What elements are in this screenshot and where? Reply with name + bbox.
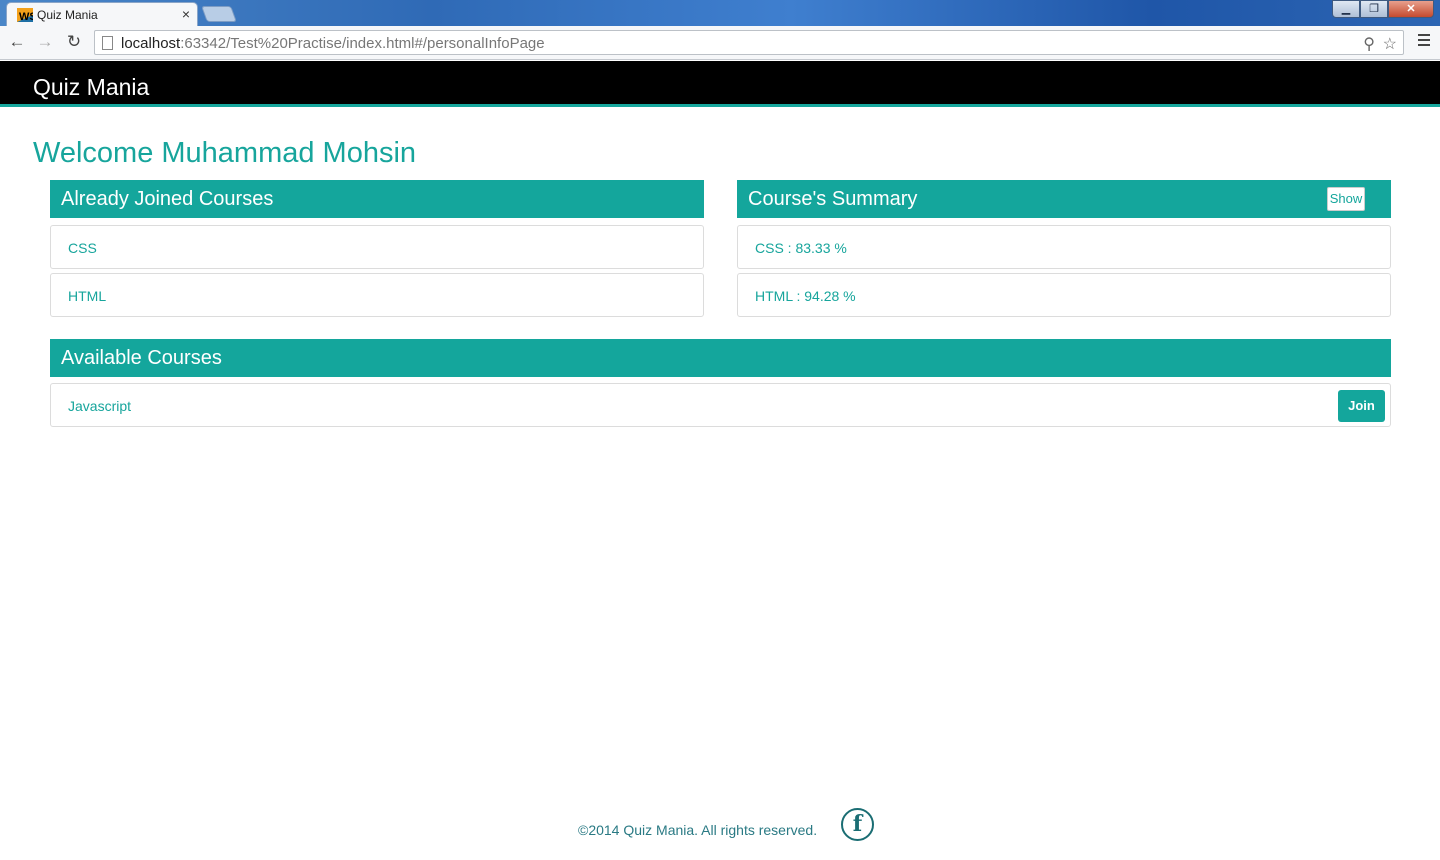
- svg-text:WS: WS: [19, 11, 33, 22]
- browser-toolbar: ← → ↻ localhost:63342/Test%20Practise/in…: [0, 26, 1440, 60]
- facebook-icon[interactable]: f: [841, 808, 874, 841]
- joined-course-item[interactable]: HTML: [50, 273, 704, 317]
- summary-score: HTML : 94.28 %: [755, 288, 856, 304]
- address-bar[interactable]: localhost:63342/Test%20Practise/index.ht…: [94, 30, 1404, 55]
- summary-item: HTML : 94.28 %: [737, 273, 1391, 317]
- summary-score: CSS : 83.33 %: [755, 240, 847, 256]
- course-name: Javascript: [68, 398, 132, 414]
- available-courses-title: Available Courses: [61, 347, 222, 369]
- url-text[interactable]: localhost:63342/Test%20Practise/index.ht…: [121, 35, 545, 52]
- page-icon: [102, 36, 113, 50]
- brand-link[interactable]: Quiz Mania: [33, 74, 149, 101]
- joined-courses-title: Already Joined Courses: [61, 188, 274, 210]
- browser-tab-active[interactable]: WS Quiz Mania ×: [6, 2, 198, 28]
- chrome-menu-icon[interactable]: [1418, 34, 1430, 49]
- back-arrow-icon[interactable]: ←: [6, 31, 28, 53]
- course-summary-header: Course's Summary Show: [737, 180, 1391, 218]
- window-titlebar: WS Quiz Mania × ▁ ❐ ✕: [0, 0, 1440, 28]
- reload-icon[interactable]: ↻: [63, 31, 85, 53]
- available-course-item: Javascript Join: [50, 383, 1391, 427]
- welcome-heading: Welcome Muhammad Mohsin: [33, 137, 417, 169]
- available-courses-header: Available Courses: [50, 339, 1391, 377]
- tab-close-icon[interactable]: ×: [182, 6, 190, 22]
- course-name[interactable]: HTML: [68, 288, 106, 304]
- webstorm-favicon-icon: WS: [17, 8, 33, 22]
- new-tab-button[interactable]: [201, 6, 237, 22]
- bookmark-star-icon[interactable]: ☆: [1383, 34, 1397, 54]
- summary-item: CSS : 83.33 %: [737, 225, 1391, 269]
- site-navbar: Quiz Mania: [0, 61, 1440, 107]
- show-summary-button[interactable]: Show: [1327, 187, 1365, 211]
- joined-course-item[interactable]: CSS: [50, 225, 704, 269]
- minimize-button[interactable]: ▁: [1332, 0, 1360, 18]
- forward-arrow-icon[interactable]: →: [34, 31, 56, 53]
- close-window-button[interactable]: ✕: [1388, 0, 1434, 18]
- join-button[interactable]: Join: [1338, 390, 1385, 422]
- course-name[interactable]: CSS: [68, 240, 97, 256]
- restore-button[interactable]: ❐: [1360, 0, 1388, 18]
- course-summary-title: Course's Summary: [748, 188, 918, 210]
- footer-copyright: ©2014 Quiz Mania. All rights reserved.: [578, 822, 818, 838]
- zoom-icon[interactable]: ⚲: [1363, 34, 1375, 54]
- joined-courses-header: Already Joined Courses: [50, 180, 704, 218]
- tab-title: Quiz Mania: [37, 8, 98, 22]
